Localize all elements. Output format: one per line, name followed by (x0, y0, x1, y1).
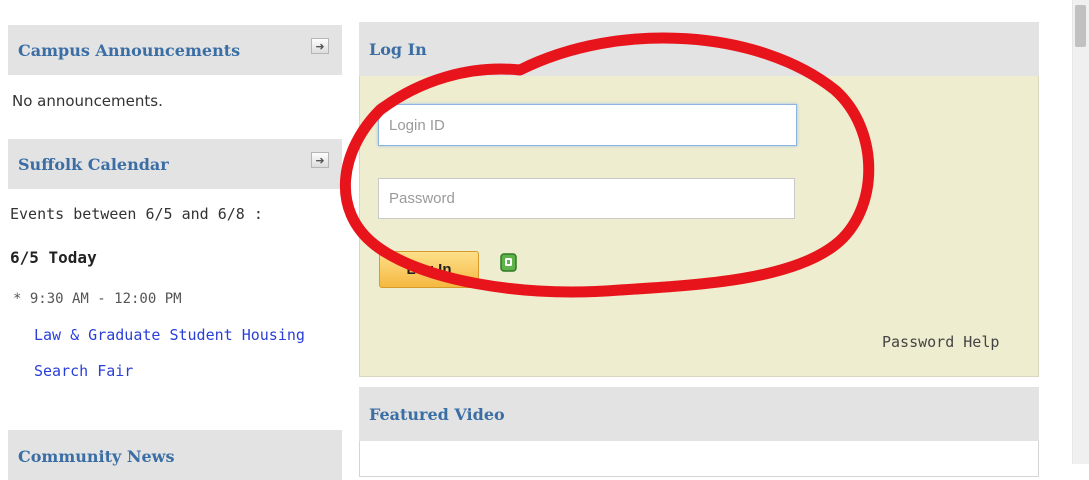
campus-announcements-header: Campus Announcements (8, 25, 342, 75)
login-header: Log In (359, 22, 1039, 76)
login-id-input[interactable] (378, 104, 797, 146)
suffolk-calendar-expand-icon[interactable]: ➜ (311, 152, 329, 168)
suffolk-calendar-header: Suffolk Calendar (8, 139, 342, 189)
password-input[interactable] (378, 178, 795, 219)
password-help-link[interactable]: Password Help (882, 333, 999, 351)
featured-video-title: Featured Video (369, 404, 505, 424)
scrollbar-thumb[interactable] (1075, 5, 1086, 47)
campus-announcements-title: Campus Announcements (18, 40, 241, 60)
suffolk-calendar-title: Suffolk Calendar (18, 154, 169, 174)
login-title: Log In (369, 39, 427, 59)
community-news-title: Community News (18, 447, 175, 466)
calendar-event-link-line2[interactable]: Search Fair (34, 362, 133, 380)
login-button[interactable]: Log In (379, 251, 479, 288)
calendar-day-heading: 6/5 Today (10, 248, 97, 267)
calendar-event-time: * 9:30 AM - 12:00 PM (13, 291, 182, 307)
calendar-event-link[interactable]: Law & Graduate Student Housing (34, 326, 305, 344)
announcements-empty-text: No announcements. (12, 92, 163, 110)
campus-announcements-expand-icon[interactable]: ➜ (311, 38, 329, 54)
featured-video-header: Featured Video (359, 387, 1039, 441)
page-scrollbar[interactable] (1072, 0, 1089, 464)
calendar-range-text: Events between 6/5 and 6/8 : (10, 205, 263, 223)
community-news-header: Community News (8, 430, 342, 480)
lock-icon (500, 253, 517, 272)
